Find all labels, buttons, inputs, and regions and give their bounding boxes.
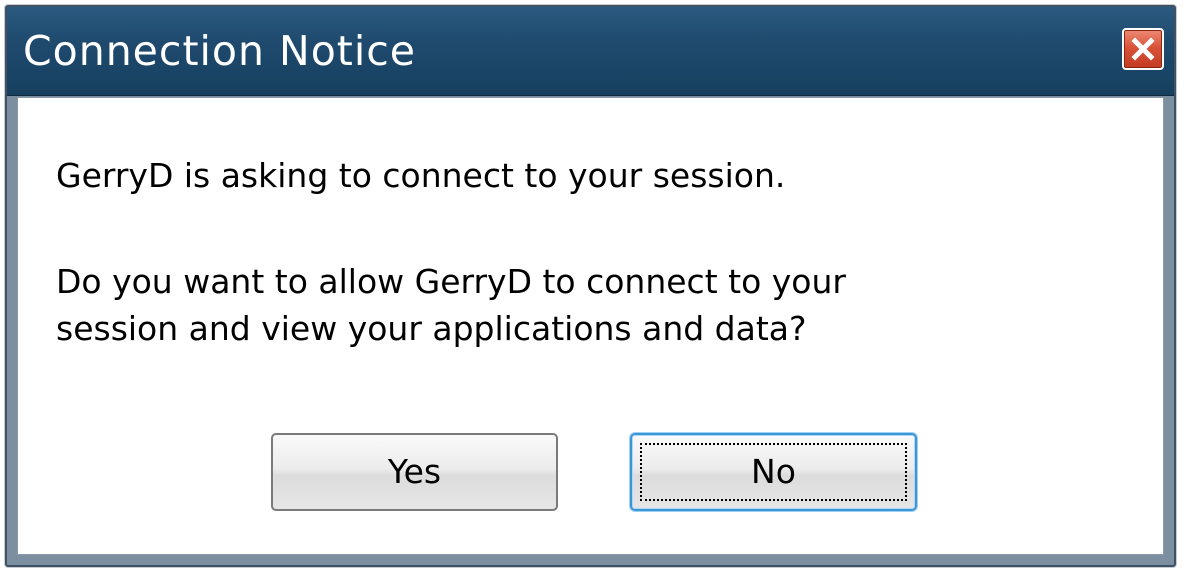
dialog-content: GerryD is asking to connect to your sess… bbox=[17, 97, 1164, 555]
window-title: Connection Notice bbox=[23, 27, 417, 75]
connection-notice-dialog: Connection Notice GerryD is asking to co… bbox=[5, 5, 1176, 567]
title-bar[interactable]: Connection Notice bbox=[7, 7, 1174, 96]
yes-button[interactable]: Yes bbox=[271, 433, 558, 511]
no-button-label: No bbox=[751, 452, 796, 491]
no-button[interactable]: No bbox=[630, 433, 917, 511]
yes-button-label: Yes bbox=[387, 452, 442, 491]
close-icon bbox=[1131, 37, 1155, 61]
allow-question-line-2: session and view your applications and d… bbox=[56, 309, 807, 348]
close-button[interactable] bbox=[1122, 28, 1164, 70]
connection-request-message: GerryD is asking to connect to your sess… bbox=[56, 156, 786, 195]
allow-question: Do you want to allow GerryD to connect t… bbox=[56, 258, 846, 352]
allow-question-line-1: Do you want to allow GerryD to connect t… bbox=[56, 262, 846, 301]
